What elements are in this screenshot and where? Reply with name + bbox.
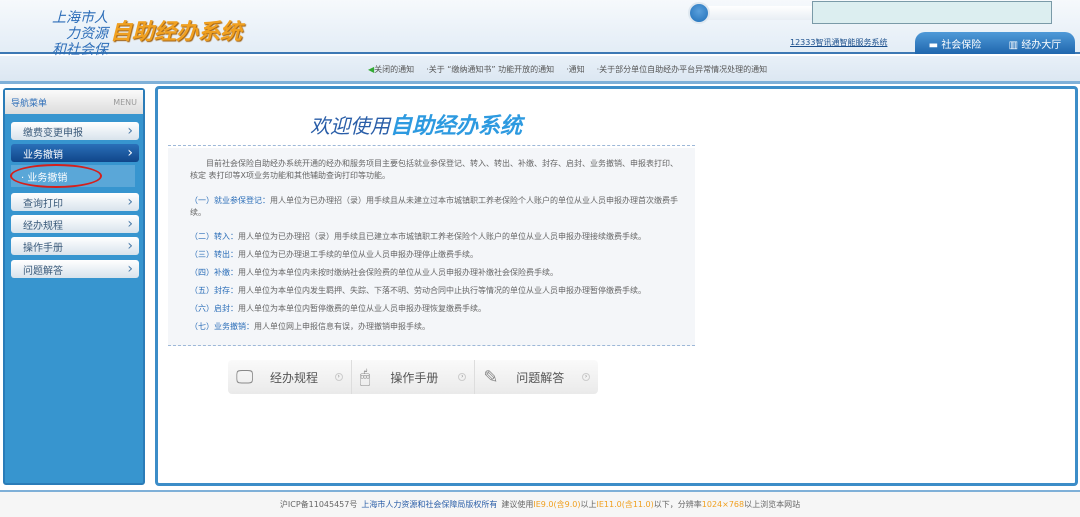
- chevron-right-icon: ›: [127, 216, 133, 232]
- welcome-title: 欢迎使用自助经办系统: [310, 114, 523, 139]
- sidebar-item-faq[interactable]: 问题解答 ›: [11, 260, 139, 278]
- redacted-user-info: [812, 1, 1052, 24]
- quick-link-manual[interactable]: 🖱 操作手册 ›: [352, 360, 476, 394]
- icp-number[interactable]: 沪ICP备11045457号: [280, 499, 358, 510]
- user-bar: [708, 6, 818, 20]
- chevron-right-icon: ›: [127, 261, 133, 277]
- browser-note: 建议使用IE9.0(含9.0)以上IE11.0(含11.0)以下，分辨率1024…: [501, 500, 801, 509]
- service-system-link[interactable]: 12333智讯通智能服务系统: [790, 37, 887, 48]
- top-tabs: ▬ 社会保险 ▥ 经办大厅: [915, 32, 1075, 54]
- sidebar-item-manual[interactable]: 操作手册 ›: [11, 237, 139, 255]
- sidebar-item-fee-change[interactable]: 缴费变更申报 ›: [11, 122, 139, 140]
- arrow-icon: ›: [334, 373, 343, 381]
- sidebar-title: 导航菜单: [11, 98, 48, 109]
- tab-label: 社会保险: [941, 39, 982, 51]
- copyright: 上海市人力资源和社会保障局版权所有: [361, 500, 498, 509]
- arrow-icon: ›: [458, 373, 467, 381]
- arrow-icon: ›: [582, 373, 591, 381]
- chevron-right-icon: ›: [127, 123, 133, 139]
- sidebar: 导航菜单 MENU 缴费变更申报 › 业务撤销 › · 业务撤销 查询打印 › 经办规程…: [3, 88, 145, 485]
- divider: [168, 145, 695, 146]
- service-item: （六）启封：用人单位为本单位内暂停缴费的单位从业人员申报办理恢复缴费手续。: [190, 304, 486, 313]
- user-avatar-icon[interactable]: [688, 2, 710, 24]
- intro-text: 目前社会保险自助经办系统开通的经办和服务项目主要包括就业参保登记、转入、转出、补…: [190, 159, 678, 180]
- notice-item[interactable]: ·关于 “缴纳通知书” 功能开放的通知: [426, 64, 554, 75]
- system-logo: 自助经办系统: [110, 20, 243, 45]
- sidebar-item-procedures[interactable]: 经办规程 ›: [11, 215, 139, 233]
- footer: 沪ICP备11045457号 上海市人力资源和社会保障局版权所有 建议使用IE9…: [0, 490, 1080, 517]
- notice-item[interactable]: ◀关闭的通知: [368, 64, 414, 75]
- tab-social-insurance[interactable]: ▬ 社会保险: [929, 36, 982, 51]
- notepad-icon: ✎: [483, 366, 499, 388]
- chevron-right-icon: ›: [127, 145, 133, 161]
- notice-list: ◀关闭的通知 ·关于 “缴纳通知书” 功能开放的通知 ·通知 ·关于部分单位自助…: [368, 64, 767, 75]
- notice-item[interactable]: ·通知: [566, 64, 585, 75]
- service-item: （三）转出：用人单位为已办理退工手续的单位从业人员申报办理停止缴费手续。: [190, 250, 478, 259]
- quick-link-faq[interactable]: ✎ 问题解答 ›: [475, 360, 598, 394]
- monitor-icon: 🖵: [236, 366, 254, 388]
- service-item: （七）业务撤销：用人单位网上申报信息有误，办理撤销申报手续。: [190, 322, 430, 331]
- divider: [168, 345, 695, 346]
- chevron-right-icon: ›: [127, 238, 133, 254]
- quick-links: 🖵 经办规程 › 🖱 操作手册 › ✎ 问题解答 ›: [228, 360, 598, 394]
- mouse-icon: 🖱: [359, 366, 371, 388]
- sidebar-item-query-print[interactable]: 查询打印 ›: [11, 193, 139, 211]
- chevron-right-icon: ›: [127, 194, 133, 210]
- logo-line1: 上海市人力资源: [52, 10, 108, 42]
- service-item: （四）补缴：用人单位为本单位内未按时缴纳社会保险费的单位从业人员申报办理补缴社会…: [190, 268, 558, 277]
- highlight-circle-annotation: [10, 164, 102, 188]
- service-item: （一）就业参保登记：用人单位为已办理招（录）用手续且从未建立过本市城镇职工养老保…: [190, 196, 678, 217]
- service-item: （二）转入：用人单位为已办理招（录）用手续且已建立本市城镇职工养老保险个人账户的…: [190, 232, 646, 241]
- tab-service-hall[interactable]: ▥ 经办大厅: [1009, 36, 1062, 51]
- service-item: （五）封存：用人单位为本单位内发生羁押、失踪、下落不明、劳动合同中止执行等情况的…: [190, 286, 646, 295]
- quick-link-procedures[interactable]: 🖵 经办规程 ›: [228, 360, 352, 394]
- menu-label: MENU: [113, 97, 137, 107]
- tab-label: 经办大厅: [1021, 39, 1062, 51]
- sidebar-item-business-revoke[interactable]: 业务撤销 ›: [11, 144, 139, 162]
- notice-item[interactable]: ·关于部分单位自助经办平台异常情况处理的通知: [597, 64, 768, 75]
- sidebar-header: 导航菜单 MENU: [5, 90, 143, 114]
